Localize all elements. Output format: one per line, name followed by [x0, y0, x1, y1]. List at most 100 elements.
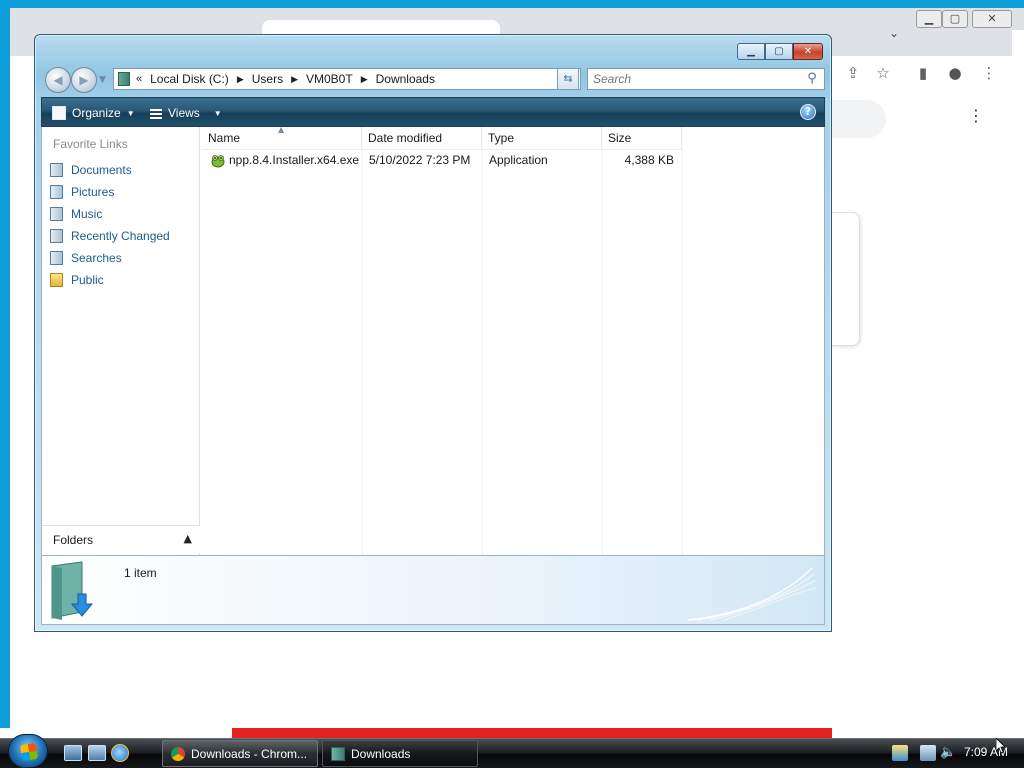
documents-icon	[50, 163, 63, 177]
music-icon	[50, 207, 63, 221]
favorite-link-documents[interactable]: Documents	[48, 159, 198, 181]
column-header-label: Size	[608, 131, 632, 145]
chrome-tab-search-icon[interactable]: ⌄	[886, 26, 902, 42]
internet-explorer-icon[interactable]	[111, 744, 129, 762]
favorite-link-label: Recently Changed	[71, 229, 170, 243]
downloads-folder-icon	[51, 561, 94, 620]
column-header-type[interactable]: Type	[482, 127, 602, 149]
chrome-search-field[interactable]	[830, 100, 886, 138]
breadcrumb-chevron-icon[interactable]: ▶	[291, 74, 298, 85]
file-date-modified: 5/10/2022 7:23 PM	[369, 153, 471, 167]
forward-button[interactable]: ▶	[71, 67, 97, 93]
breadcrumb-downloads[interactable]: Downloads	[376, 72, 435, 86]
organize-button[interactable]: Organize ▼	[52, 104, 135, 122]
pictures-icon	[50, 185, 63, 199]
folders-toggle-bar[interactable]: Folders ▲	[42, 525, 200, 553]
taskbar-button-label: Downloads - Chrom...	[191, 746, 308, 761]
background-red-logo	[1012, 30, 1024, 150]
chevron-down-icon: ▼	[213, 108, 222, 118]
breadcrumb-user-folder[interactable]: VM0B0T	[306, 72, 353, 86]
searches-icon	[50, 251, 63, 265]
notepad-plus-plus-icon	[211, 155, 225, 168]
breadcrumb-users[interactable]: Users	[252, 72, 283, 86]
explorer-title-controls: ▁ ▢ ✕	[737, 43, 823, 60]
column-header-label: Name	[208, 131, 241, 145]
taskbar-button-chrome[interactable]: Downloads - Chrom...	[162, 740, 318, 767]
favorite-link-label: Documents	[71, 163, 132, 177]
search-icon[interactable]: ⚲	[804, 71, 820, 87]
column-divider	[482, 149, 483, 555]
explorer-minimize-button[interactable]: ▁	[737, 43, 765, 60]
public-folder-icon	[50, 273, 63, 287]
column-header-label: Date modified	[368, 131, 443, 145]
search-input[interactable]	[588, 69, 798, 89]
views-button[interactable]: Views ▼	[150, 104, 222, 122]
file-list-pane: Name ▲ Date modified Type Size npp.8.4.I…	[202, 125, 826, 555]
address-bar[interactable]: « Local Disk (C:) ▶ Users ▶ VM0B0T ▶ Dow…	[113, 68, 581, 90]
show-desktop-icon[interactable]	[64, 745, 82, 761]
favorite-link-public[interactable]: Public	[48, 269, 198, 291]
desktop-wallpaper-strip	[0, 728, 1024, 738]
favorite-links-list: Documents Pictures Music Recently Change…	[48, 159, 198, 291]
breadcrumb-chevron-icon[interactable]: ▶	[237, 74, 244, 85]
favorite-link-label: Public	[71, 273, 104, 287]
monitor-icon[interactable]	[920, 745, 936, 761]
file-size: 4,388 KB	[624, 153, 674, 167]
views-icon	[150, 107, 162, 119]
start-button[interactable]	[8, 734, 48, 768]
favorite-links-heading: Favorite Links	[53, 137, 128, 151]
breadcrumb-chevron-icon[interactable]: ▶	[361, 74, 368, 85]
column-divider	[602, 149, 603, 555]
column-header-name[interactable]: Name ▲	[202, 125, 362, 149]
windows-logo-icon	[19, 742, 39, 762]
help-icon[interactable]: ?	[800, 104, 816, 120]
volume-muted-icon[interactable]: 🔈	[940, 745, 956, 761]
side-panel-icon[interactable]: ▮	[912, 62, 934, 84]
explorer-close-button[interactable]: ✕	[793, 43, 823, 60]
chrome-close-button[interactable]: ✕	[972, 10, 1012, 28]
breadcrumb-overflow-icon[interactable]: «	[136, 73, 142, 85]
chrome-icon	[171, 746, 185, 761]
chevron-up-icon[interactable]: ▲	[184, 532, 192, 545]
favorite-link-pictures[interactable]: Pictures	[48, 181, 198, 203]
column-header-date-modified[interactable]: Date modified	[362, 127, 482, 149]
details-pane: 1 item	[41, 555, 825, 625]
search-box[interactable]: ⚲	[587, 68, 825, 90]
back-button[interactable]: ◀	[45, 67, 71, 93]
navigation-pane: Favorite Links Documents Pictures Music …	[42, 127, 200, 555]
taskbar-button-label: Downloads	[351, 746, 411, 761]
recent-pages-dropdown-icon[interactable]: ▼	[99, 75, 106, 85]
views-label: Views	[168, 106, 200, 120]
favorite-link-searches[interactable]: Searches	[48, 247, 198, 269]
favorite-link-music[interactable]: Music	[48, 203, 198, 225]
decorative-swoosh	[688, 567, 817, 621]
bookmark-star-icon[interactable]: ☆	[872, 62, 894, 84]
explorer-maximize-button[interactable]: ▢	[765, 43, 793, 60]
chevron-down-icon: ▼	[126, 108, 135, 118]
chrome-minimize-button[interactable]: ▁	[916, 10, 942, 28]
header-divider	[202, 149, 682, 150]
refresh-button[interactable]: ⇆	[557, 68, 579, 90]
switch-windows-icon[interactable]	[88, 745, 106, 761]
taskbar-button-downloads[interactable]: Downloads	[322, 740, 478, 767]
breadcrumb-local-disk[interactable]: Local Disk (C:)	[150, 72, 229, 86]
file-row[interactable]: npp.8.4.Installer.x64.exe 5/10/2022 7:23…	[202, 151, 682, 171]
column-header-size[interactable]: Size	[602, 127, 682, 149]
favorite-link-label: Searches	[71, 251, 122, 265]
folders-label: Folders	[53, 533, 94, 547]
mouse-cursor-icon	[996, 738, 1006, 754]
share-icon[interactable]: ⇪	[842, 62, 864, 84]
chrome-restore-button[interactable]: ▢	[942, 10, 968, 28]
taskbar	[0, 738, 1024, 768]
organize-icon	[52, 106, 66, 120]
favorite-link-recently-changed[interactable]: Recently Changed	[48, 225, 198, 247]
address-folder-icon	[118, 72, 130, 86]
favorite-link-label: Music	[71, 207, 103, 221]
chrome-menu-icon[interactable]: ⋮	[978, 62, 1000, 84]
sort-ascending-icon: ▲	[278, 125, 285, 134]
network-icon[interactable]	[892, 745, 908, 761]
column-divider	[362, 149, 363, 555]
column-header-label: Type	[488, 131, 515, 145]
downloads-menu-icon[interactable]: ⋮	[966, 106, 986, 130]
profile-icon[interactable]: ●	[944, 62, 966, 84]
